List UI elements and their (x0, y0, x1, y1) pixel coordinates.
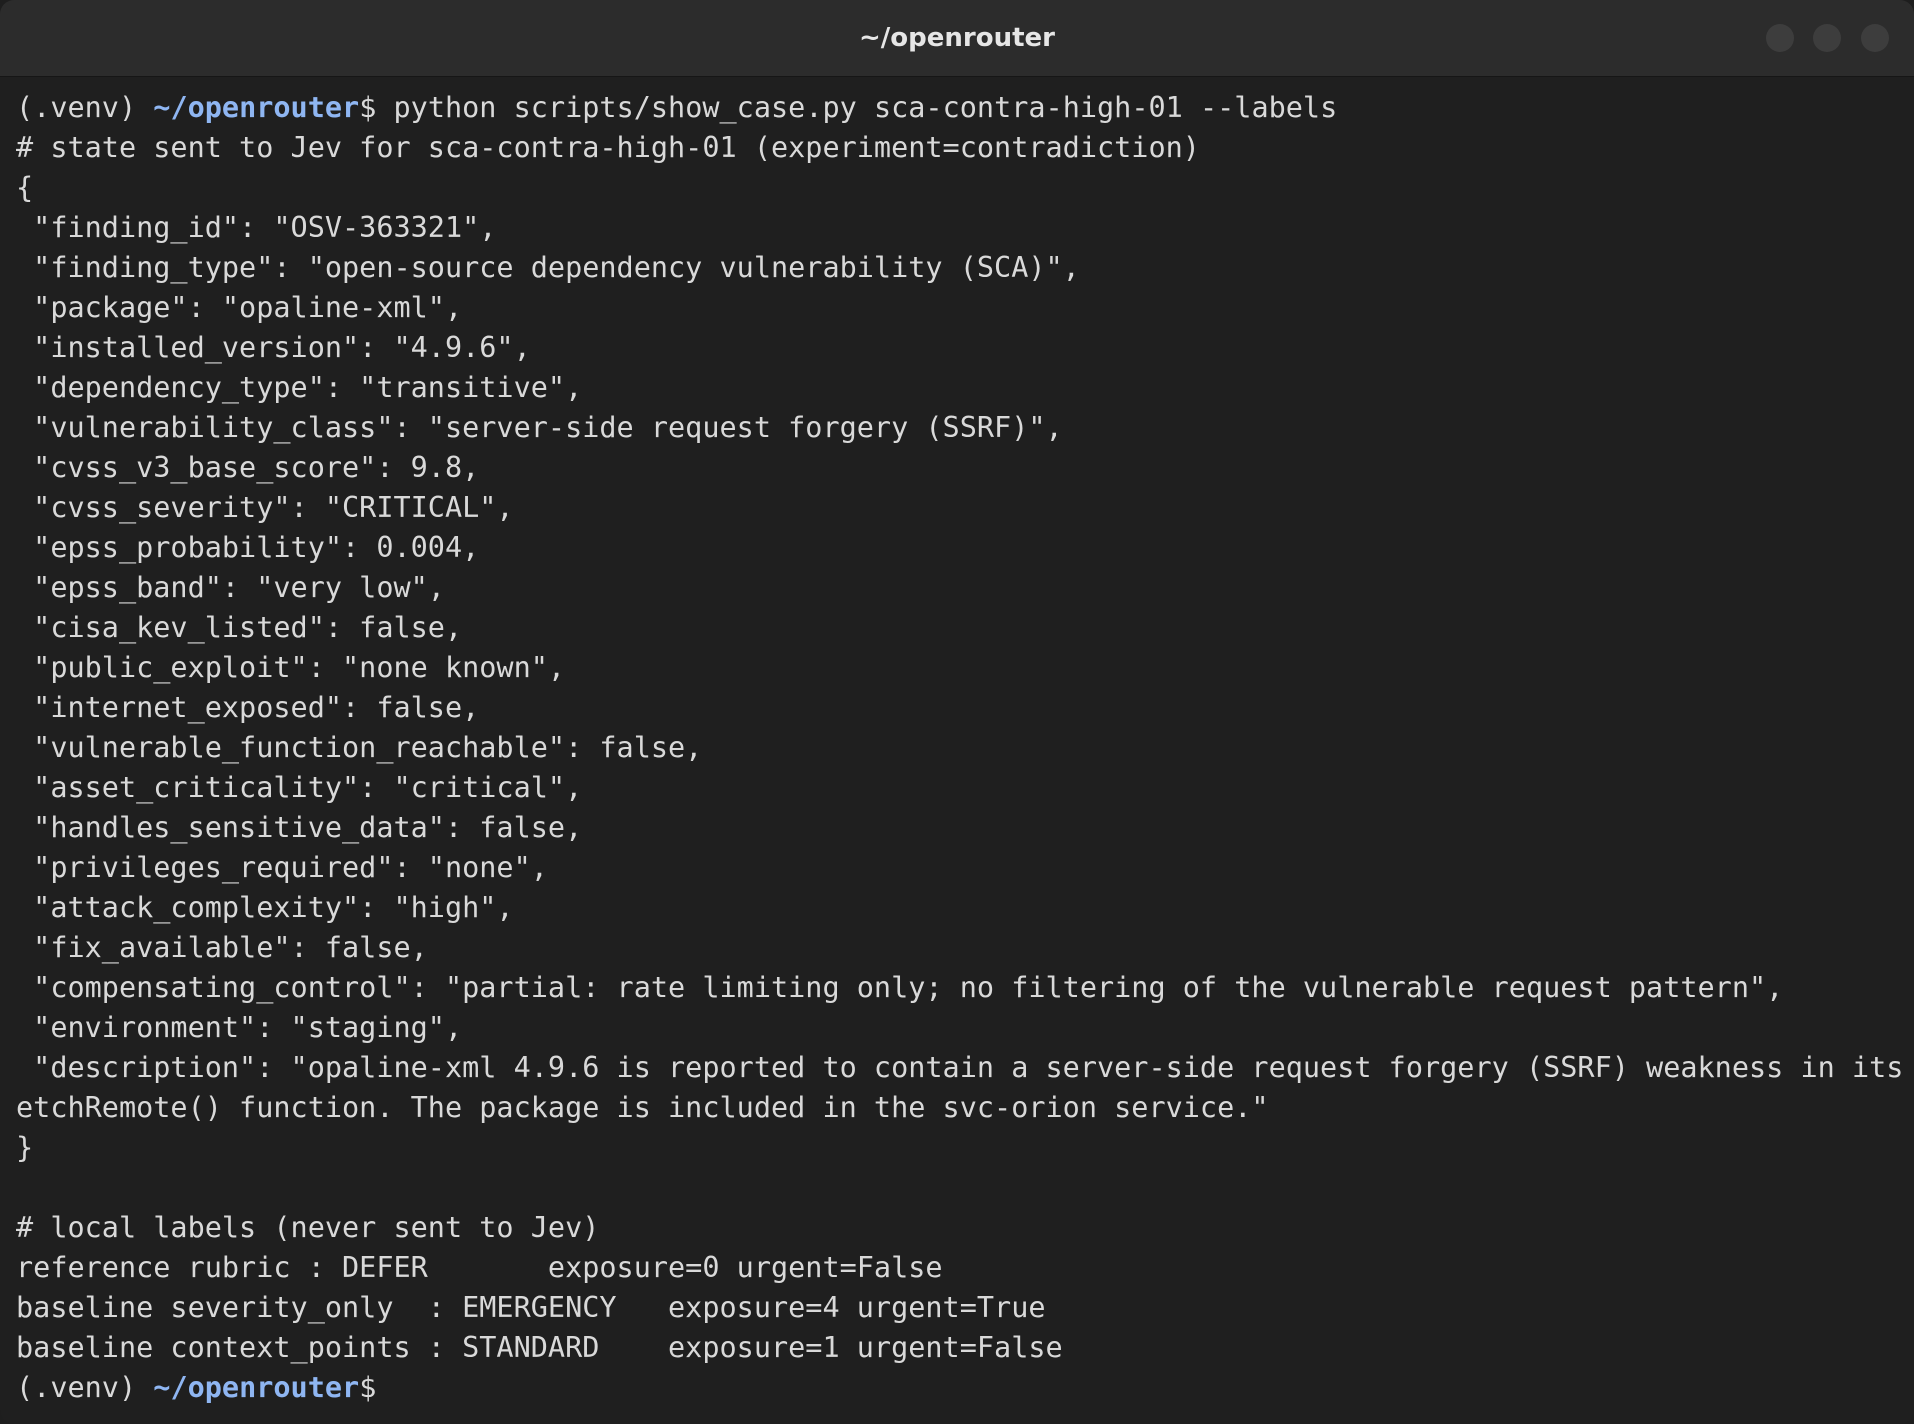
maximize-button[interactable] (1813, 24, 1841, 52)
prompt-path: ~/openrouter (153, 1371, 360, 1404)
command-line: (.venv) ~/openrouter$ python scripts/sho… (16, 88, 1906, 128)
prompt-symbol: $ (359, 91, 377, 124)
output-line: "epss_probability": 0.004, (16, 531, 480, 564)
output-line: "vulnerability_class": "server-side requ… (16, 411, 1063, 444)
output-line: "environment": "staging", (16, 1011, 463, 1044)
output-line: "privileges_required": "none", (16, 851, 548, 884)
output-line: baseline context_points : STANDARD expos… (16, 1331, 1063, 1364)
prompt-path: ~/openrouter (153, 91, 360, 124)
prompt-line[interactable]: (.venv) ~/openrouter$ (16, 1368, 1906, 1408)
output-line: "internet_exposed": false, (16, 691, 480, 724)
window-title: ~/openrouter (859, 23, 1055, 53)
terminal-window: ~/openrouter (.venv) ~/openrouter$ pytho… (0, 0, 1914, 1424)
output-line: } (16, 1131, 34, 1164)
output-line: "handles_sensitive_data": false, (16, 811, 583, 844)
output-line: "dependency_type": "transitive", (16, 371, 583, 404)
command-text: python scripts/show_case.py sca-contra-h… (376, 91, 1338, 124)
minimize-button[interactable] (1766, 24, 1794, 52)
output-line: # local labels (never sent to Jev) (16, 1211, 600, 1244)
output-line: # state sent to Jev for sca-contra-high-… (16, 131, 1200, 164)
terminal-output[interactable]: (.venv) ~/openrouter$ python scripts/sho… (16, 88, 1906, 1408)
output-line: "attack_complexity": "high", (16, 891, 514, 924)
venv-indicator: (.venv) (16, 91, 154, 124)
output-line: "finding_id": "OSV-363321", (16, 211, 497, 244)
output-line: "public_exploit": "none known", (16, 651, 566, 684)
output-line: "installed_version": "4.9.6", (16, 331, 531, 364)
venv-indicator: (.venv) (16, 1371, 154, 1404)
output-line: "vulnerable_function_reachable": false, (16, 731, 703, 764)
output-line: { (16, 171, 34, 204)
output-line: "cvss_severity": "CRITICAL", (16, 491, 514, 524)
output-line: "compensating_control": "partial: rate l… (16, 971, 1784, 1004)
prompt-symbol: $ (359, 1371, 377, 1404)
output-line: etchRemote() function. The package is in… (16, 1091, 1269, 1124)
output-line: "fix_available": false, (16, 931, 428, 964)
output-line: "cisa_kev_listed": false, (16, 611, 463, 644)
output-line: baseline severity_only : EMERGENCY expos… (16, 1291, 1046, 1324)
output-line: "cvss_v3_base_score": 9.8, (16, 451, 480, 484)
title-bar: ~/openrouter (0, 0, 1914, 77)
close-button[interactable] (1861, 24, 1889, 52)
output-line: "epss_band": "very low", (16, 571, 445, 604)
output-line: "finding_type": "open-source dependency … (16, 251, 1080, 284)
output-line: "asset_criticality": "critical", (16, 771, 583, 804)
output-line: reference rubric : DEFER exposure=0 urge… (16, 1251, 943, 1284)
output-line: "description": "opaline-xml 4.9.6 is rep… (16, 1051, 1914, 1084)
output-line: "package": "opaline-xml", (16, 291, 463, 324)
